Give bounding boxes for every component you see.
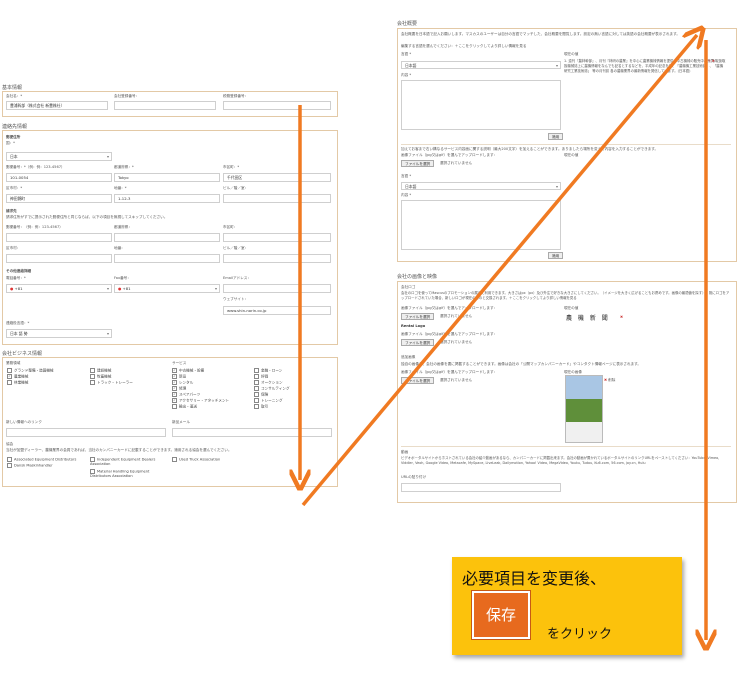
callout-line-2: をクリック — [547, 627, 613, 642]
save-button[interactable]: 保存 — [472, 591, 530, 639]
instruction-callout: 必要項目を変更後、 保存 をクリック — [452, 557, 682, 655]
callout-line-1: 必要項目を変更後、 — [462, 569, 607, 588]
arrow-diagonal-up — [301, 35, 697, 507]
